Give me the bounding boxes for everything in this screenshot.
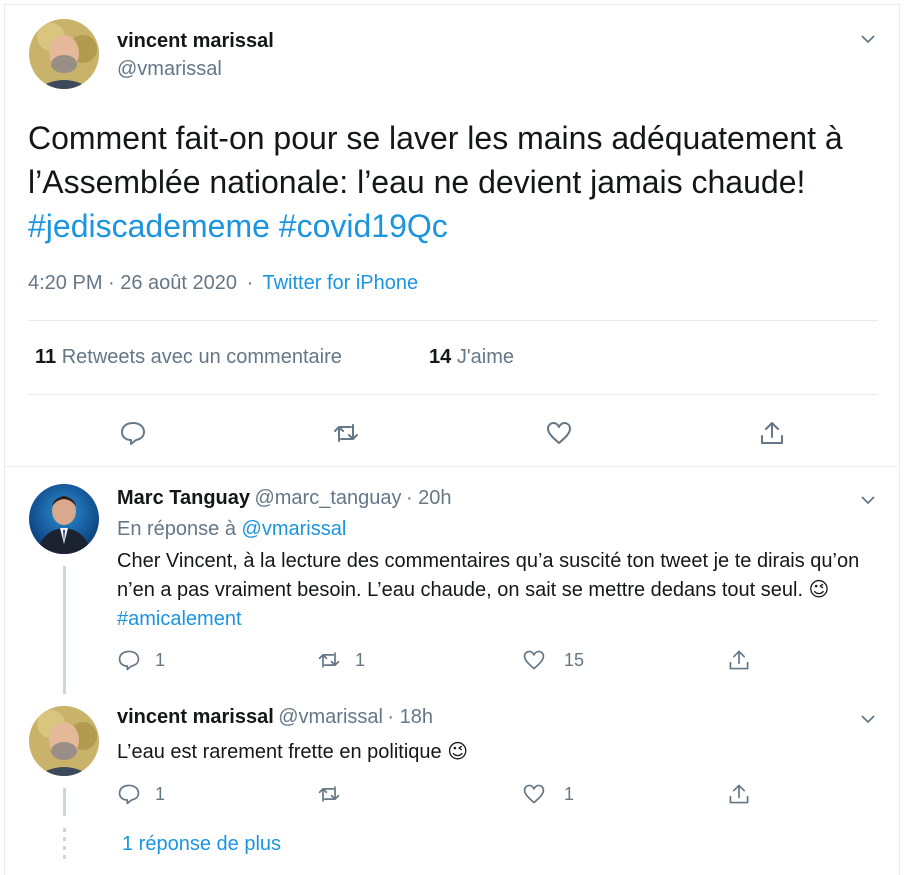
- share-icon[interactable]: [758, 419, 786, 452]
- retweet-count: 11: [35, 346, 57, 368]
- engagement-stats: 11 Retweets avec un commentaire: [35, 346, 342, 369]
- like-label: J'aime: [456, 346, 514, 368]
- reply-header: Marc Tanguay @marc_tanguay · 20h: [117, 487, 452, 510]
- avatar[interactable]: [29, 19, 99, 89]
- avatar[interactable]: [29, 484, 99, 554]
- replying-to-label: En réponse à: [117, 518, 236, 540]
- reply-body: L’eau est rarement frette en politique 😉: [117, 741, 469, 763]
- reply-icon[interactable]: [117, 782, 141, 806]
- retweet-count: 1: [355, 649, 366, 670]
- tweet-text: Comment fait-on pour se laver les mains …: [28, 116, 878, 248]
- heart-icon[interactable]: [522, 782, 546, 806]
- retweet-label: Retweets avec un commentaire: [61, 346, 342, 368]
- reply-time[interactable]: · 18h: [387, 706, 433, 728]
- reply-action[interactable]: 1: [117, 782, 165, 806]
- reply-header: vincent marissal @vmarissal · 18h: [117, 706, 433, 729]
- like-count: 15: [564, 649, 585, 670]
- divider: [28, 394, 878, 395]
- hashtag-link[interactable]: #jediscadememe: [28, 208, 270, 244]
- author-name[interactable]: Marc Tanguay: [117, 487, 250, 509]
- reply-count: 1: [155, 649, 166, 670]
- reply-icon[interactable]: [119, 419, 147, 452]
- heart-icon[interactable]: [522, 648, 546, 672]
- author-name[interactable]: vincent marissal: [117, 30, 274, 53]
- author-handle[interactable]: @vmarissal: [117, 58, 222, 81]
- retweet-icon[interactable]: [317, 782, 341, 811]
- retweet-icon[interactable]: [317, 648, 341, 672]
- meta-separator: ·: [246, 272, 254, 294]
- more-replies-link[interactable]: 1 réponse de plus: [122, 833, 281, 856]
- reply-time[interactable]: · 20h: [406, 487, 452, 509]
- chevron-down-icon[interactable]: [860, 711, 876, 732]
- reply-text: L’eau est rarement frette en politique 😉: [117, 738, 468, 767]
- thread-line: [63, 788, 66, 816]
- like-count: 1: [564, 783, 575, 804]
- chevron-down-icon[interactable]: [860, 492, 876, 513]
- hashtag-link[interactable]: #covid19Qc: [279, 208, 448, 244]
- reply-text: Cher Vincent, à la lecture des commentai…: [117, 547, 867, 634]
- hashtag-link[interactable]: #amicalement: [117, 608, 242, 630]
- share-icon[interactable]: [727, 648, 751, 677]
- like-stat[interactable]: 14 J'aime: [429, 346, 514, 369]
- replying-to: En réponse à @vmarissal: [117, 518, 346, 541]
- reply-action[interactable]: 1: [117, 648, 165, 672]
- divider: [5, 466, 898, 467]
- retweet-stat[interactable]: 11 Retweets avec un commentaire: [35, 346, 342, 368]
- author-handle[interactable]: @marc_tanguay: [254, 487, 401, 509]
- retweet-icon[interactable]: [332, 419, 360, 452]
- thread-dots: [63, 828, 66, 864]
- divider: [28, 320, 878, 321]
- author-name[interactable]: vincent marissal: [117, 706, 274, 728]
- thread-line: [63, 566, 66, 694]
- reply-count: 1: [155, 783, 166, 804]
- like-action[interactable]: 1: [522, 782, 574, 806]
- avatar[interactable]: [29, 706, 99, 776]
- reply-icon[interactable]: [117, 648, 141, 672]
- tweet-timestamp[interactable]: 4:20 PM · 26 août 2020: [28, 272, 237, 294]
- retweet-action[interactable]: 1: [317, 648, 365, 672]
- reply-body: Cher Vincent, à la lecture des commentai…: [117, 550, 860, 601]
- tweet-source[interactable]: Twitter for iPhone: [262, 272, 418, 294]
- heart-icon[interactable]: [545, 419, 573, 452]
- tweet-body: Comment fait-on pour se laver les mains …: [28, 120, 843, 200]
- replying-to-handle[interactable]: @vmarissal: [242, 518, 347, 540]
- share-icon[interactable]: [727, 782, 751, 811]
- like-action[interactable]: 15: [522, 648, 584, 672]
- like-count: 14: [429, 346, 452, 368]
- tweet-meta: 4:20 PM · 26 août 2020 · Twitter for iPh…: [28, 272, 418, 295]
- author-handle[interactable]: @vmarissal: [278, 706, 383, 728]
- chevron-down-icon[interactable]: [860, 31, 876, 52]
